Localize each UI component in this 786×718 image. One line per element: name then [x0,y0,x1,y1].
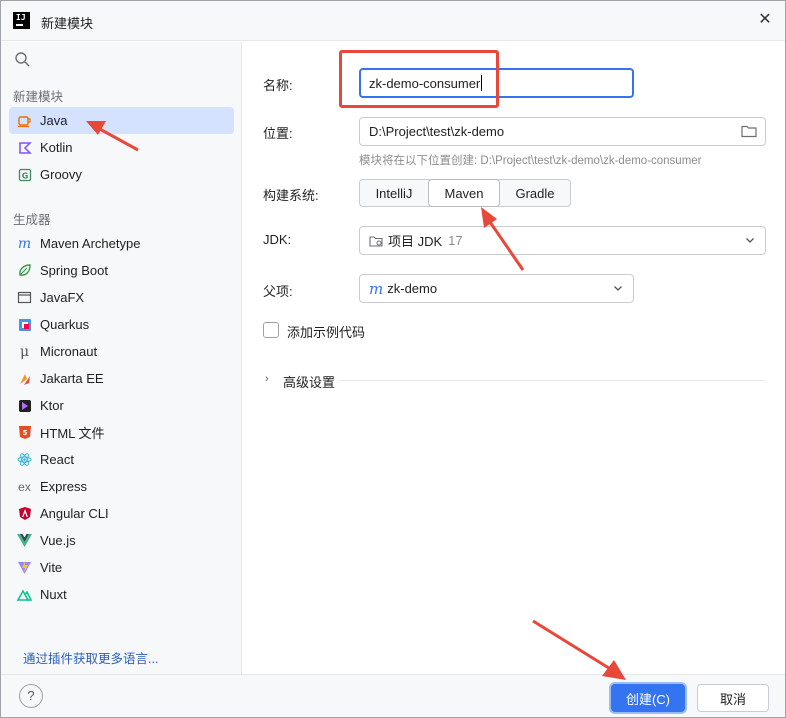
sidebar-item-label: Spring Boot [40,263,108,278]
sidebar-item-label: React [40,452,74,467]
nuxt-icon [17,587,32,602]
sidebar-item-label: Groovy [40,167,82,182]
build-system-label: 构建系统: [263,188,319,203]
sidebar-item-javafx[interactable]: JavaFX [9,284,234,311]
sidebar-item-vite[interactable]: Vite [9,554,234,581]
svg-text:5: 5 [22,429,27,437]
sidebar-item-react[interactable]: React [9,446,234,473]
location-hint: 模块将在以下位置创建: D:\Project\test\zk-demo\zk-d… [359,155,702,167]
jdk-version: 17 [448,233,463,248]
create-button[interactable]: 创建(C) [611,684,685,712]
chevron-down-icon [614,286,622,291]
sidebar-item-groovy[interactable]: G Groovy [9,161,234,188]
annotation-highlight-box [339,50,499,108]
sidebar-item-label: Maven Archetype [40,236,141,251]
sidebar-item-label: Vite [40,560,63,575]
spring-boot-icon [17,263,32,278]
vite-icon [17,560,32,575]
folder-icon[interactable] [741,124,757,138]
sidebar-item-nuxt[interactable]: Nuxt [9,581,234,608]
sidebar-item-label: Java [40,113,68,128]
intellij-logo-icon: IJ [13,12,30,29]
close-icon[interactable]: ✕ [755,10,775,30]
help-icon[interactable]: ? [19,684,43,708]
sidebar-item-label: Angular CLI [40,506,109,521]
maven-icon: m [17,235,32,252]
micronaut-icon: μ [19,343,30,360]
chevron-down-icon [746,238,754,243]
sidebar-item-label: Express [40,479,87,494]
sidebar-item-label: Kotlin [40,140,73,155]
sidebar-item-jakarta-ee[interactable]: Jakarta EE [9,365,234,392]
sidebar-item-java[interactable]: Java [9,107,234,134]
section-label-new-module: 新建模块 [13,90,64,104]
build-option-maven[interactable]: Maven [428,179,500,207]
search-input[interactable] [35,48,231,72]
parent-value: zk-demo [387,281,438,296]
chevron-right-icon[interactable]: › [265,373,269,385]
sidebar-item-angular-cli[interactable]: Angular CLI [9,500,234,527]
build-option-gradle[interactable]: Gradle [500,180,570,206]
sidebar-item-html[interactable]: 5 HTML 文件 [9,419,234,446]
jakarta-ee-icon [17,371,32,386]
name-label: 名称: [263,78,293,93]
advanced-settings-toggle[interactable]: 高级设置 [283,372,335,391]
express-icon: ex [18,479,31,494]
sidebar: 新建模块 Java Kotlin G Groovy 生成器 m Maven Ar… [1,42,242,674]
jdk-dropdown[interactable]: 项目 JDK 17 [359,226,766,255]
sidebar-item-maven-archetype[interactable]: m Maven Archetype [9,230,234,257]
html5-icon: 5 [17,425,32,440]
sidebar-item-label: Jakarta EE [40,371,104,386]
java-cup-icon [17,113,32,128]
parent-label: 父项: [263,284,293,299]
maven-icon: m [369,279,384,298]
angular-icon [17,506,32,521]
groovy-icon: G [17,167,32,182]
parent-dropdown[interactable]: m zk-demo [359,274,634,303]
sidebar-item-label: Vue.js [40,533,76,548]
sidebar-item-ktor[interactable]: Ktor [9,392,234,419]
kotlin-icon [17,140,32,155]
divider [339,380,765,381]
main-form: 名称: zk-demo-consumer 位置: D:\Project\test… [243,42,785,674]
folder-icon [369,235,383,247]
javafx-icon [17,290,32,305]
get-more-languages-link[interactable]: 通过插件获取更多语言... [23,648,158,667]
sidebar-item-label: Ktor [40,398,64,413]
react-icon [17,452,32,467]
vue-icon [17,533,32,548]
location-label: 位置: [263,126,293,141]
location-field-value: D:\Project\test\zk-demo [369,124,505,139]
jdk-label: JDK: [263,232,292,247]
sidebar-item-label: Micronaut [40,344,98,359]
sidebar-item-spring-boot[interactable]: Spring Boot [9,257,234,284]
title-bar: IJ 新建模块 ✕ [1,1,785,41]
sample-code-checkbox[interactable] [263,322,279,338]
sidebar-item-express[interactable]: ex Express [9,473,234,500]
sidebar-item-label: HTML 文件 [40,426,105,441]
ktor-icon [17,398,32,413]
dialog-title: 新建模块 [41,16,94,31]
sidebar-item-kotlin[interactable]: Kotlin [9,134,234,161]
sample-code-label: 添加示例代码 [287,325,366,340]
sidebar-item-label: JavaFX [40,290,85,305]
location-field[interactable]: D:\Project\test\zk-demo [359,117,766,146]
search-icon [15,52,30,67]
sidebar-item-label: Quarkus [40,317,90,332]
section-label-generators: 生成器 [13,213,51,227]
sidebar-item-vuejs[interactable]: Vue.js [9,527,234,554]
sidebar-item-micronaut[interactable]: μ Micronaut [9,338,234,365]
footer: ? 创建(C) 取消 [1,674,785,717]
sidebar-item-label: Nuxt [40,587,67,602]
svg-text:G: G [21,171,28,180]
cancel-button[interactable]: 取消 [697,684,769,712]
build-system-selector: IntelliJ Maven Gradle [359,179,571,207]
sidebar-item-quarkus[interactable]: Quarkus [9,311,234,338]
jdk-value: 项目 JDK [388,234,443,249]
quarkus-icon [17,317,32,332]
build-option-intellij[interactable]: IntelliJ [360,180,428,206]
